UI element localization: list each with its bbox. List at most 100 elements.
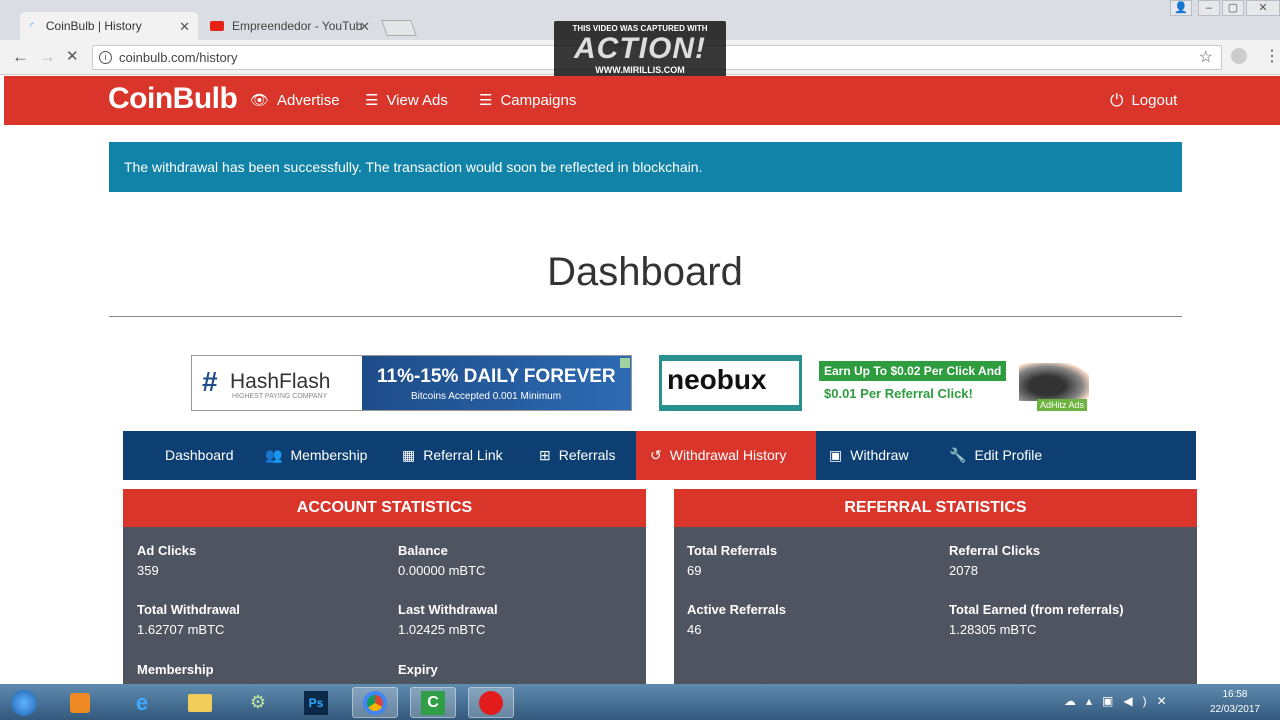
mouse-image [1019,363,1089,401]
page-title: Dashboard [547,250,743,294]
hashflash-banner[interactable]: # HashFlash HIGHEST PAYING COMPANY 11%-1… [191,355,632,411]
list-icon: ☰ [479,92,493,109]
stop-loading-icon[interactable]: ✕ [66,47,79,65]
stat-label: Balance [398,543,448,558]
tab-dashboard[interactable]: Dashboard [165,431,234,480]
record-icon[interactable] [468,687,514,718]
account-statistics-panel: ACCOUNT STATISTICS Ad Clicks 359 Balance… [123,489,646,684]
ad-info-icon[interactable] [620,358,630,368]
site-navbar: CoinBulb 👁 Advertise ☰ View Ads ☰ Campai… [4,76,1280,125]
panel-title: REFERRAL STATISTICS [674,489,1197,527]
hash-icon: # [202,366,218,397]
file-explorer-icon[interactable] [180,687,220,718]
record-dot-icon [479,690,503,715]
wrench-icon: 🔧 [949,447,967,463]
tab-title: Empreendedor - YouTub [232,19,363,33]
stat-value: 46 [687,622,702,637]
clock-date: 22/03/2017 [1209,704,1260,715]
hashflash-tagline: HIGHEST PAYING COMPANY [232,393,328,400]
tab-withdraw[interactable]: ▣ Withdraw [829,431,909,480]
system-clock[interactable]: 16:58 22/03/2017 [1210,687,1260,717]
list-icon: ☰ [365,92,379,109]
extension-icon[interactable] [1231,48,1247,64]
tab-youtube[interactable]: Empreendedor - YouTub ✕ [200,12,378,40]
tab-referral-link[interactable]: ▦ Referral Link [402,431,503,480]
tray-icons[interactable]: ☁▴▣◀)✕ [1064,694,1177,708]
users-icon: 👥 [265,447,283,463]
nav-label: Campaigns [500,92,577,109]
back-icon[interactable]: ← [12,47,29,67]
hashflash-logo: # HashFlash HIGHEST PAYING COMPANY [192,356,362,410]
forward-icon[interactable]: → [39,47,56,67]
tab-label: Dashboard [165,447,234,463]
dashboard-tabs: Dashboard 👥 Membership ▦ Referral Link ⊞… [123,431,1196,480]
photoshop-icon[interactable]: Ps [296,687,336,718]
camtasia-logo-icon: C [421,690,445,715]
internet-explorer-icon[interactable]: e [122,687,162,718]
network-app-icon[interactable]: ⚙ [238,687,278,718]
close-window-button[interactable]: ✕ [1246,0,1280,16]
neobux-banner[interactable]: neobux Earn Up To $0.02 Per Click And $0… [659,355,1101,411]
windows-taskbar: e ⚙ Ps C ☁▴▣◀)✕ 16:58 22/03/2017 [0,684,1280,720]
stat-value: 359 [137,563,159,578]
close-icon[interactable]: ✕ [179,19,190,35]
earn-line1: Earn Up To $0.02 Per Click And [819,361,1007,381]
folder-icon [188,693,212,712]
stat-value: 2078 [949,563,978,578]
camtasia-icon[interactable]: C [410,687,456,718]
start-button[interactable] [4,687,44,718]
stat-label: Total Withdrawal [137,602,240,617]
panel-title: ACCOUNT STATISTICS [123,489,646,527]
chrome-icon[interactable] [352,687,398,718]
divider [109,316,1182,317]
plus-square-icon: ⊞ [539,447,551,463]
hashflash-name: HashFlash [230,370,331,393]
stat-label: Total Referrals [687,543,778,558]
stat-label: Total Earned (from referrals) [949,602,1124,617]
chrome-logo-icon [363,690,387,715]
tab-membership[interactable]: 👥 Membership [265,431,367,480]
menu-icon[interactable]: ⋮ [1264,46,1280,66]
eye-icon: 👁 [250,92,270,109]
stat-label: Last Withdrawal [398,602,498,617]
media-player-icon[interactable] [60,687,100,718]
info-icon: i [99,51,112,64]
stat-label: Ad Clicks [137,543,197,558]
user-icon[interactable]: 👤 [1170,0,1192,16]
tab-referrals[interactable]: ⊞ Referrals [539,431,616,480]
stat-value: 1.28305 mBTC [949,622,1037,637]
maximize-button[interactable]: ▢ [1222,0,1244,16]
tab-edit-profile[interactable]: 🔧 Edit Profile [949,431,1042,480]
stat-value: 1.62707 mBTC [137,622,225,637]
referral-statistics-panel: REFERRAL STATISTICS Total Referrals 69 R… [674,489,1197,684]
earn-offer: Earn Up To $0.02 Per Click And $0.01 Per… [819,361,1019,409]
power-icon: ⏻ [1110,91,1124,110]
youtube-icon [210,21,224,31]
new-tab-button[interactable] [381,20,417,36]
nav-campaigns[interactable]: ☰ Campaigns [479,76,576,125]
minimize-button[interactable]: – [1198,0,1220,16]
ps-icon: Ps [304,690,328,715]
logout-link[interactable]: ⏻ Logout [1110,76,1177,125]
recording-watermark: THIS VIDEO WAS CAPTURED WITH ACTION! WWW… [554,21,726,81]
hashflash-subtext: Bitcoins Accepted 0.001 Minimum [411,391,562,402]
nav-advertise[interactable]: 👁 Advertise [250,76,340,125]
nav-label: View Ads [386,92,448,109]
logout-label: Logout [1131,92,1178,109]
tab-title: CoinBulb | History [45,19,142,33]
watermark-logo: ACTION! [574,32,706,65]
grid-icon: ▦ [402,447,416,463]
play-icon [70,692,90,713]
bookmark-star-icon[interactable]: ☆ [1199,46,1213,69]
history-icon: ↺ [650,447,662,463]
tab-coinbulb[interactable]: ◜ CoinBulb | History ✕ [20,12,198,40]
nav-view-ads[interactable]: ☰ View Ads [365,76,448,125]
loading-icon: ◜ [30,20,34,32]
money-icon: ▣ [829,447,843,463]
close-icon[interactable]: ✕ [359,19,370,35]
tab-withdrawal-history[interactable]: ↺ Withdrawal History [636,431,816,480]
windows-logo-icon [11,689,37,716]
stat-value: 0.00000 mBTC [398,563,486,578]
site-logo[interactable]: CoinBulb [108,82,238,116]
people-icon: ⚙ [249,692,267,712]
